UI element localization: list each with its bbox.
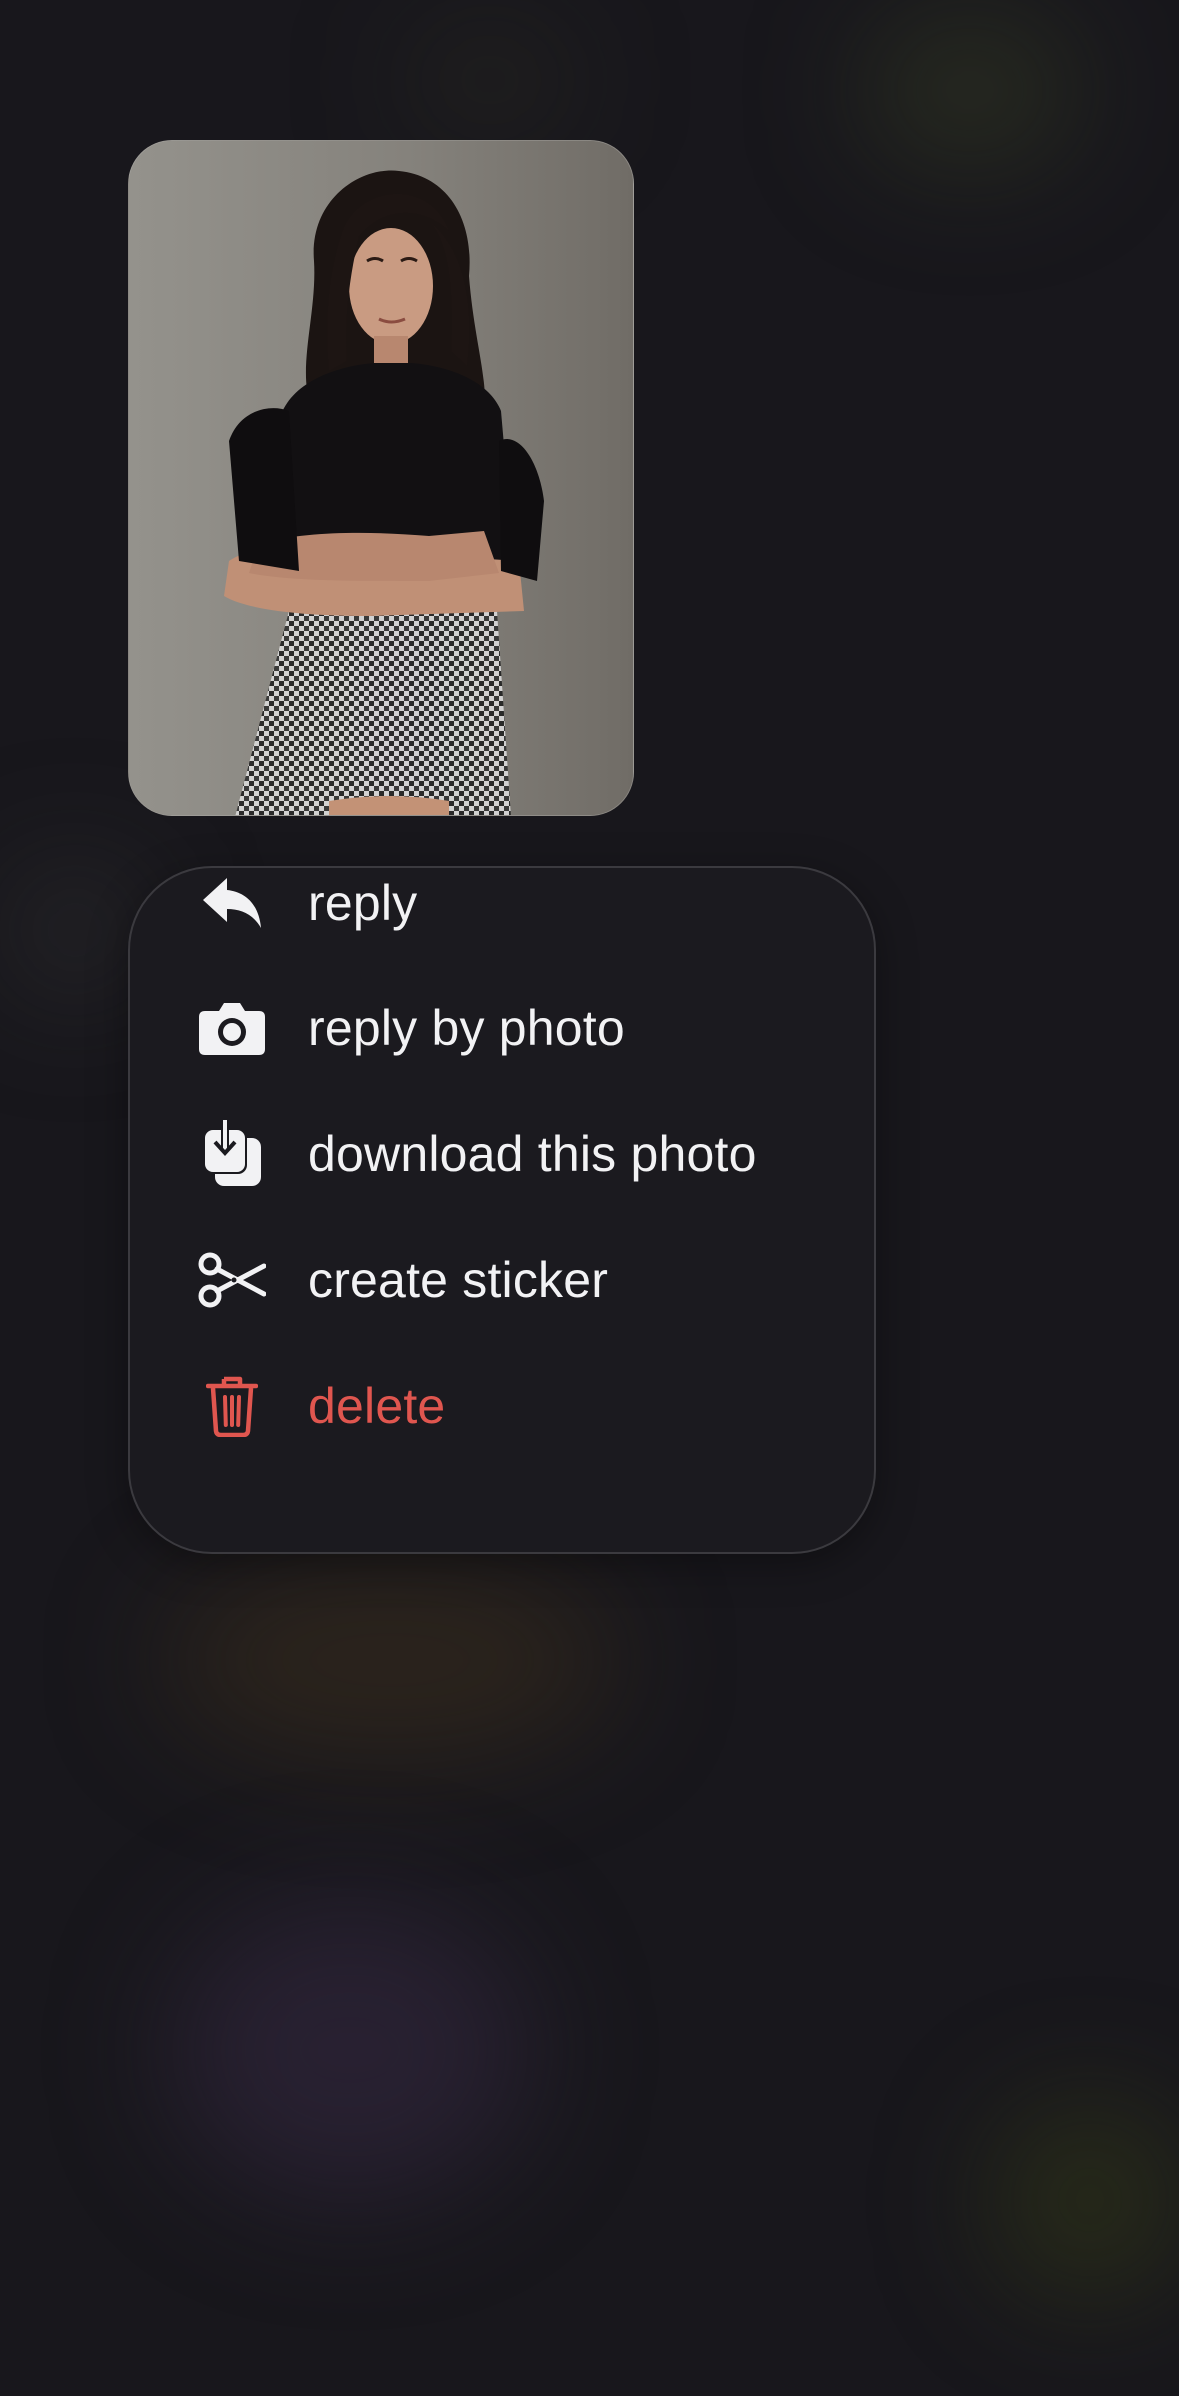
menu-item-label: delete (308, 1378, 446, 1434)
reply-arrow-icon (198, 869, 266, 937)
background-glow (990, 2100, 1179, 2300)
background-glow (400, 20, 580, 140)
trash-icon (198, 1372, 266, 1440)
background-glow (170, 1900, 530, 2200)
screen: reply reply by photo download this photo (0, 0, 1179, 2396)
background-glow (860, 10, 1080, 170)
menu-item-label: download this photo (308, 1126, 757, 1182)
background-glow (160, 1560, 620, 1760)
menu-item-reply-by-photo[interactable]: reply by photo (0, 973, 1179, 1083)
menu-item-label: create sticker (308, 1252, 609, 1308)
menu-item-label: reply (308, 875, 418, 931)
download-photo-icon (198, 1120, 266, 1188)
menu-item-reply[interactable]: reply (0, 848, 1179, 958)
message-photo[interactable] (128, 140, 634, 816)
scissors-icon (198, 1246, 266, 1314)
portrait-photo (129, 141, 633, 815)
menu-item-label: reply by photo (308, 1000, 625, 1056)
menu-item-create-sticker[interactable]: create sticker (0, 1225, 1179, 1335)
camera-icon (198, 994, 266, 1062)
menu-item-download-photo[interactable]: download this photo (0, 1099, 1179, 1209)
menu-item-delete[interactable]: delete (0, 1351, 1179, 1461)
